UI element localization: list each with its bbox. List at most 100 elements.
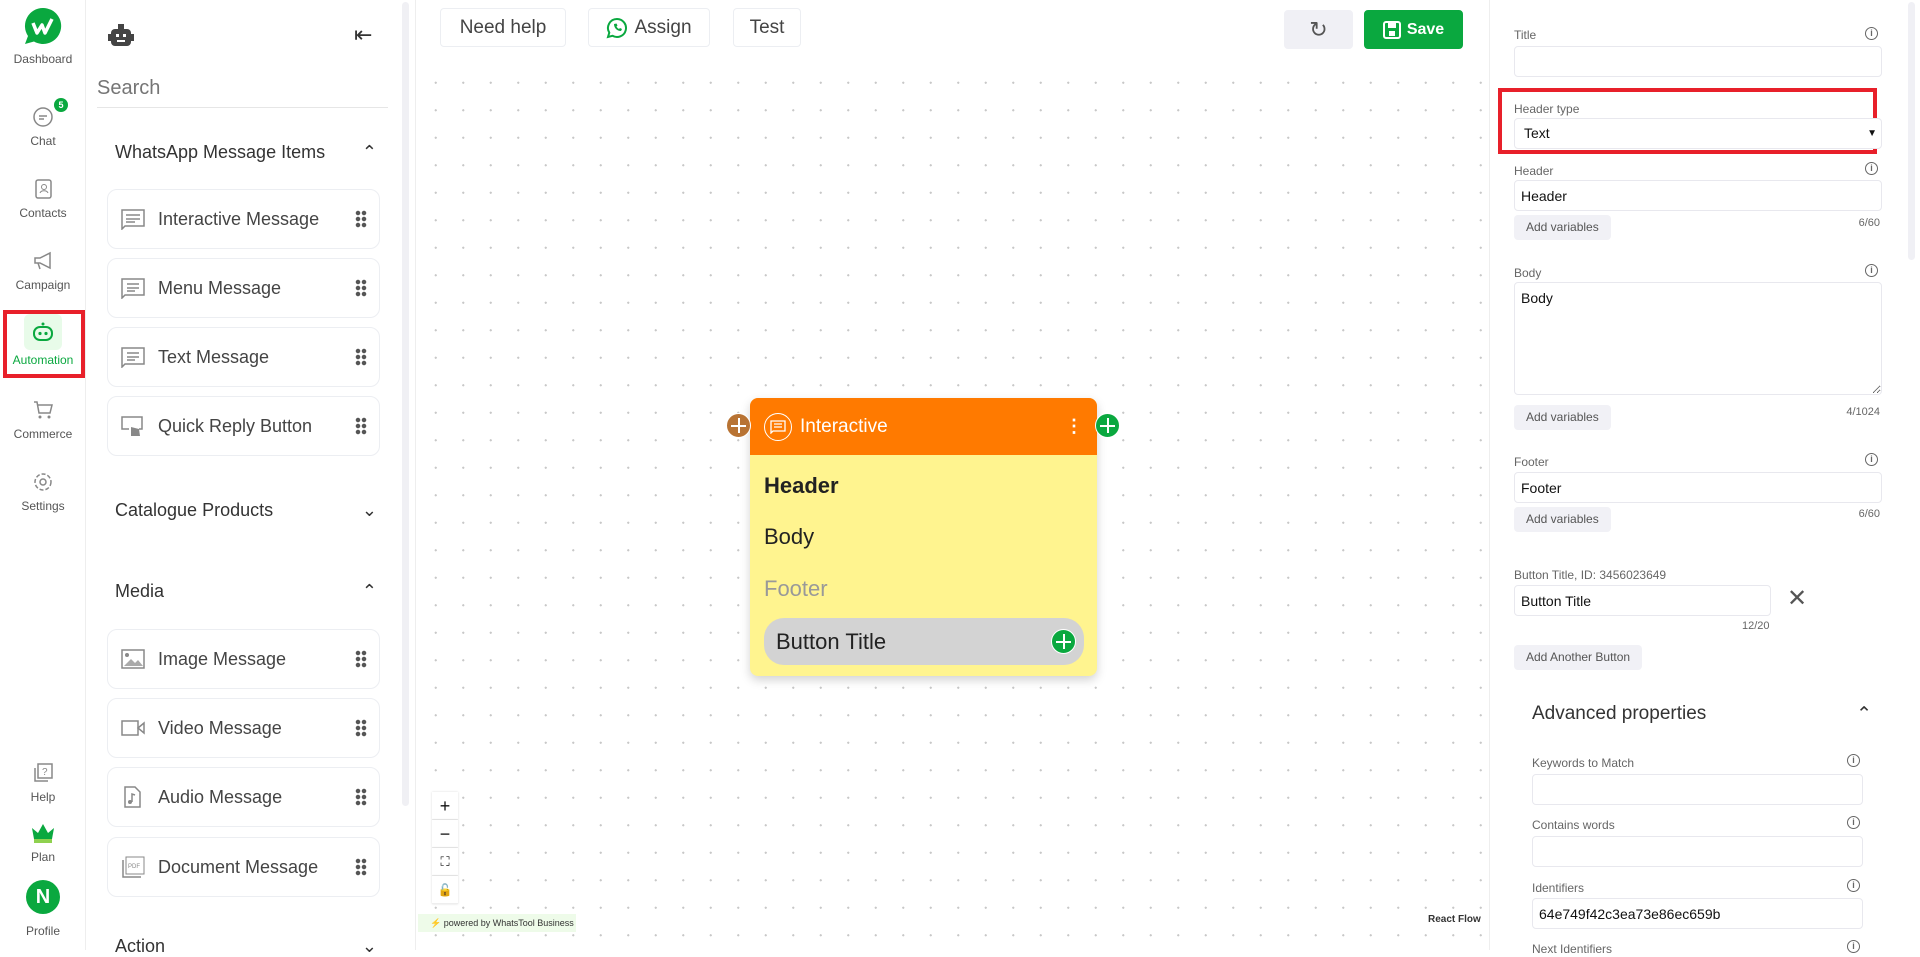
nav-commerce[interactable]: Commerce bbox=[0, 399, 86, 441]
item-label: Quick Reply Button bbox=[158, 415, 313, 436]
avatar: N bbox=[26, 880, 60, 914]
input-handle[interactable] bbox=[726, 413, 751, 438]
item-quick-reply-button[interactable]: Quick Reply Button bbox=[107, 396, 380, 456]
contains-words-input[interactable] bbox=[1532, 836, 1863, 867]
advanced-properties-toggle[interactable]: Advanced properties ⌃ bbox=[1532, 703, 1872, 726]
section-media[interactable]: Media ⌃ bbox=[115, 581, 377, 602]
info-icon[interactable]: i bbox=[1865, 264, 1878, 277]
react-flow-attribution[interactable]: React Flow bbox=[1428, 914, 1481, 925]
nav-automation[interactable]: Automation bbox=[0, 314, 86, 367]
item-label: Image Message bbox=[158, 648, 287, 669]
nav-label: Plan bbox=[30, 850, 56, 864]
node-header-text: Header bbox=[764, 473, 839, 498]
section-whatsapp-items[interactable]: WhatsApp Message Items ⌃ bbox=[115, 142, 377, 163]
nav-chat[interactable]: 5 Chat bbox=[0, 98, 86, 148]
need-help-button[interactable]: Need help bbox=[440, 8, 566, 47]
info-icon[interactable]: i bbox=[1847, 940, 1860, 953]
fit-view-button[interactable]: ⛶ bbox=[432, 848, 458, 876]
add-another-button[interactable]: Add Another Button bbox=[1514, 645, 1643, 670]
nav-contacts[interactable]: Contacts bbox=[0, 178, 86, 220]
info-icon[interactable]: i bbox=[1865, 27, 1878, 40]
sidebar-scrollbar[interactable] bbox=[402, 2, 409, 806]
help-icon: ? bbox=[34, 763, 53, 782]
body-label: Body bbox=[1514, 266, 1542, 280]
panel-scrollbar[interactable] bbox=[1908, 2, 1915, 260]
item-label: Text Message bbox=[158, 346, 270, 367]
nav-help[interactable]: ? Help bbox=[0, 762, 86, 804]
section-title: Catalogue Products bbox=[115, 500, 274, 520]
drag-handle-icon[interactable] bbox=[355, 279, 367, 297]
header-type-select[interactable]: Text ▼ bbox=[1514, 118, 1882, 149]
chevron-down-icon: ▼ bbox=[1867, 128, 1877, 139]
nav-profile[interactable]: N Profile bbox=[0, 880, 86, 938]
section-title: WhatsApp Message Items bbox=[115, 142, 326, 162]
body-textarea[interactable]: Body bbox=[1514, 282, 1882, 395]
nav-plan[interactable]: Plan bbox=[0, 822, 86, 864]
refresh-button[interactable]: ↻ bbox=[1284, 10, 1353, 49]
components-sidebar: ⇤ WhatsApp Message Items ⌃ Interactive Me… bbox=[86, 0, 416, 956]
info-icon[interactable]: i bbox=[1847, 879, 1860, 892]
info-icon[interactable]: i bbox=[1847, 816, 1860, 829]
zoom-in-button[interactable]: + bbox=[432, 792, 458, 820]
nav-label: Commerce bbox=[13, 427, 73, 441]
section-catalogue-products[interactable]: Catalogue Products ⌄ bbox=[115, 500, 377, 521]
lock-button[interactable]: 🔓 bbox=[432, 876, 458, 904]
footer-input[interactable] bbox=[1514, 472, 1882, 503]
item-text-message[interactable]: Text Message bbox=[107, 327, 380, 387]
item-interactive-message[interactable]: Interactive Message bbox=[107, 189, 380, 249]
search-input[interactable] bbox=[97, 70, 388, 108]
add-variables-button[interactable]: Add variables bbox=[1514, 405, 1611, 430]
interactive-node[interactable]: Interactive ⋮ Header Body Footer Button … bbox=[750, 398, 1097, 676]
item-video-message[interactable]: Video Message bbox=[107, 698, 380, 758]
item-document-message[interactable]: PDF Document Message bbox=[107, 837, 380, 897]
save-button[interactable]: Save bbox=[1364, 10, 1463, 49]
item-label: Audio Message bbox=[158, 786, 283, 807]
message-icon bbox=[121, 278, 145, 299]
drag-handle-icon[interactable] bbox=[355, 210, 367, 228]
item-menu-message[interactable]: Menu Message bbox=[107, 258, 380, 318]
robot-icon bbox=[33, 322, 53, 341]
button-title-input[interactable] bbox=[1514, 585, 1771, 616]
drag-handle-icon[interactable] bbox=[355, 417, 367, 435]
identifiers-input[interactable] bbox=[1532, 898, 1863, 929]
add-variables-button[interactable]: Add variables bbox=[1514, 215, 1611, 240]
keywords-input[interactable] bbox=[1532, 774, 1863, 805]
assign-button[interactable]: Assign bbox=[588, 8, 710, 47]
drag-handle-icon[interactable] bbox=[355, 348, 367, 366]
nav-dashboard[interactable]: Dashboard bbox=[0, 6, 86, 66]
test-button[interactable]: Test bbox=[733, 8, 801, 47]
output-handle[interactable] bbox=[1095, 413, 1120, 438]
drag-handle-icon[interactable] bbox=[355, 858, 367, 876]
node-title: Interactive bbox=[800, 415, 888, 437]
button-output-handle[interactable] bbox=[1051, 629, 1076, 654]
nav-label: Profile bbox=[25, 924, 60, 938]
robot-icon bbox=[108, 24, 134, 46]
info-icon[interactable]: i bbox=[1865, 162, 1878, 175]
drag-handle-icon[interactable] bbox=[355, 719, 367, 737]
title-input[interactable] bbox=[1514, 46, 1882, 77]
item-label: Video Message bbox=[158, 717, 282, 738]
header-type-value: Text bbox=[1524, 125, 1550, 141]
more-options-icon[interactable]: ⋮ bbox=[1065, 416, 1083, 437]
pdf-icon: PDF bbox=[122, 856, 145, 878]
header-input[interactable] bbox=[1514, 180, 1882, 211]
section-action[interactable]: Action ⌄ bbox=[115, 936, 377, 957]
properties-panel: Title i Header type Text ▼ Header i Add v… bbox=[1489, 0, 1920, 956]
remove-button-icon[interactable]: ✕ bbox=[1787, 584, 1807, 613]
collapse-sidebar-icon[interactable]: ⇤ bbox=[354, 22, 372, 48]
nav-campaign[interactable]: Campaign bbox=[0, 250, 86, 292]
node-header: Interactive ⋮ bbox=[750, 398, 1097, 455]
drag-handle-icon[interactable] bbox=[355, 650, 367, 668]
nav-settings[interactable]: Settings bbox=[0, 471, 86, 513]
advanced-title: Advanced properties bbox=[1532, 703, 1707, 724]
node-button: Button Title bbox=[764, 618, 1084, 665]
add-variables-button[interactable]: Add variables bbox=[1514, 507, 1611, 532]
item-image-message[interactable]: Image Message bbox=[107, 629, 380, 689]
info-icon[interactable]: i bbox=[1865, 453, 1878, 466]
nav-label: Help bbox=[30, 790, 56, 804]
drag-handle-icon[interactable] bbox=[355, 788, 367, 806]
info-icon[interactable]: i bbox=[1847, 754, 1860, 767]
zoom-out-button[interactable]: − bbox=[432, 820, 458, 848]
item-audio-message[interactable]: Audio Message bbox=[107, 767, 380, 827]
chevron-down-icon: ⌄ bbox=[361, 500, 377, 520]
